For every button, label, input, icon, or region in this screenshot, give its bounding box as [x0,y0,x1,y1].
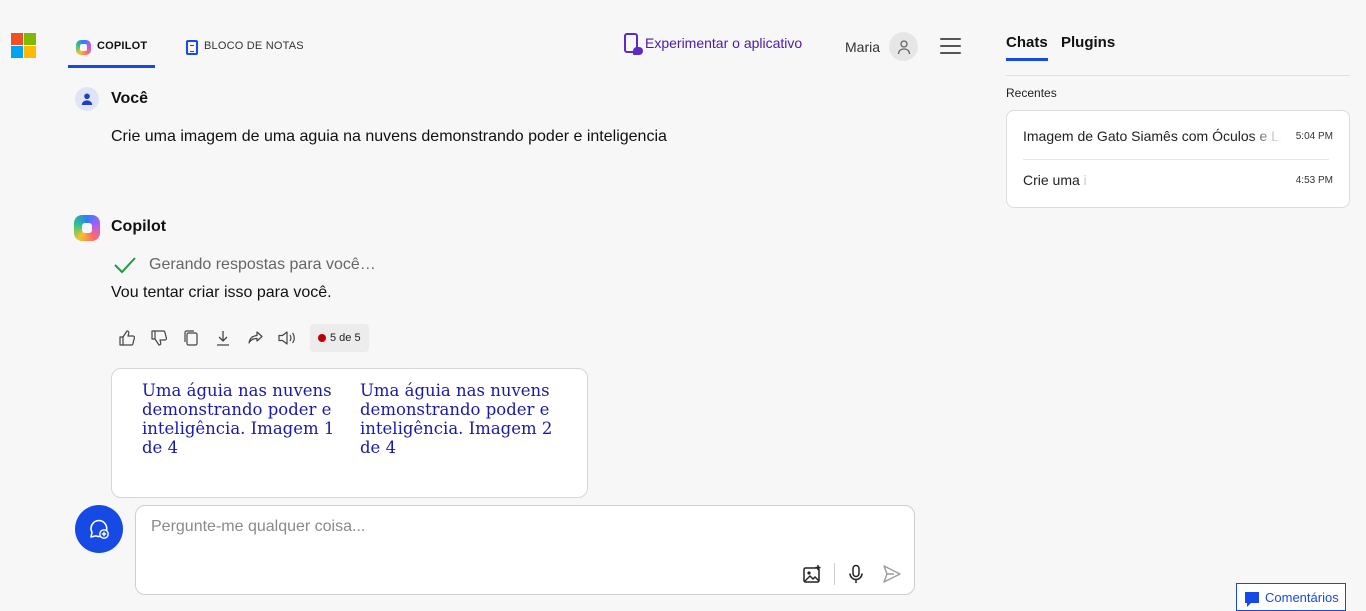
generated-images-card: Uma águia nas nuvens demonstrando poder … [111,368,588,498]
read-aloud-speaker-icon[interactable] [276,327,298,349]
try-app-label: Experimentar o aplicativo [645,35,803,51]
recent-chat-item[interactable]: Imagem de Gato Siamês com Óculos e Livro… [1023,124,1333,148]
user-message: Crie uma imagem de uma aguia na nuvens d… [111,128,667,145]
tab-notebook[interactable]: BLOCO DE NOTAS [186,28,304,68]
feedback-label: Comentários [1265,589,1339,605]
response-counter-badge: 5 de 5 [310,324,369,352]
panel-divider [1006,75,1350,76]
add-image-icon[interactable] [801,563,823,585]
recent-chat-time: 4:53 PM [1295,174,1333,186]
tab-chats[interactable]: Chats [1006,34,1048,61]
notebook-icon [186,40,198,55]
new-topic-button[interactable] [75,505,123,553]
copilot-logo-icon [74,215,100,241]
generated-image-1[interactable]: Uma águia nas nuvens demonstrando poder … [142,381,342,457]
status-text: Gerando respostas para você… [149,256,376,273]
thumbs-up-icon[interactable] [116,327,138,349]
try-app-link[interactable]: Experimentar o aplicativo [624,33,803,55]
recent-chats-list: Imagem de Gato Siamês com Óculos e Livro… [1006,110,1350,208]
recent-label: Recentes [1006,86,1057,100]
red-dot-icon [318,334,326,342]
user-speaker-name: Você [111,90,149,107]
avatar[interactable] [889,32,918,61]
copilot-page: COPILOT BLOCO DE NOTAS Experimentar o ap… [0,0,1366,611]
user-avatar-icon [75,87,99,111]
user-icon [897,39,910,54]
tab-notebook-label: BLOCO DE NOTAS [204,40,304,52]
microsoft-logo-icon[interactable] [11,33,36,58]
chat-input-box [135,505,915,595]
copilot-icon [76,40,91,55]
recent-chat-item[interactable]: Crie uma i 4:53 PM [1023,168,1333,192]
checkmark-icon [114,257,136,274]
copilot-message: Vou tentar criar isso para você. [111,284,332,301]
hamburger-menu-icon[interactable] [940,38,961,54]
chat-input[interactable] [151,518,891,536]
new-chat-icon [90,519,109,539]
recent-chat-title: Crie uma i [1023,172,1087,188]
recent-chat-title: Imagem de Gato Siamês com Óculos e Livro [1023,128,1281,144]
input-divider [834,563,835,585]
response-actions: 5 de 5 [116,324,369,352]
microphone-icon[interactable] [845,563,867,585]
download-icon[interactable] [212,327,234,349]
tab-copilot-label: COPILOT [97,40,148,52]
recent-chat-time: 5:04 PM [1295,130,1333,142]
thumbs-down-icon[interactable] [148,327,170,349]
feedback-button[interactable]: Comentários [1236,583,1346,611]
phone-chat-icon [624,33,643,55]
tab-plugins[interactable]: Plugins [1061,34,1115,58]
response-counter-text: 5 de 5 [330,332,361,344]
copy-icon[interactable] [180,327,202,349]
user-name[interactable]: Maria [845,39,880,55]
comment-icon [1245,591,1259,607]
generated-image-2[interactable]: Uma águia nas nuvens demonstrando poder … [360,381,560,457]
tab-copilot[interactable]: COPILOT [68,28,155,68]
share-icon[interactable] [244,327,266,349]
send-icon[interactable] [881,563,903,585]
copilot-speaker-name: Copilot [111,218,167,235]
recent-divider [1023,159,1329,160]
